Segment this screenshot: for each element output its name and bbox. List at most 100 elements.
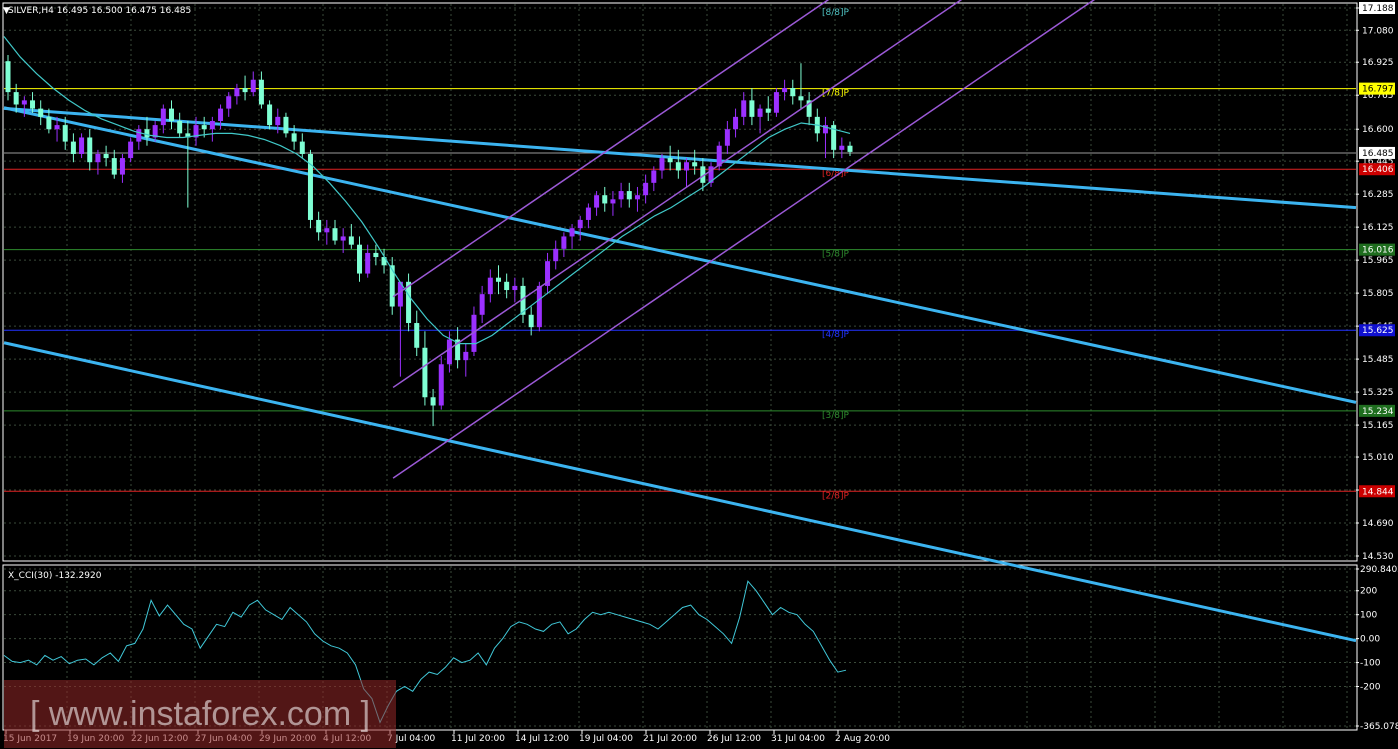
y-tick-label: 200 — [1360, 587, 1377, 597]
candle-body — [847, 145, 853, 152]
candle-body — [136, 129, 142, 142]
candle-body — [30, 100, 36, 109]
y-tick-label: 17.080 — [1362, 26, 1394, 36]
chart-header: SILVER,H4 16.495 16.500 16.475 16.485 — [8, 6, 191, 16]
price-tag-label: 16.797 — [1362, 85, 1394, 95]
candle-body — [234, 87, 240, 97]
candle-body — [446, 339, 452, 365]
candle-body — [757, 108, 763, 117]
y-tick-label: 16.925 — [1362, 58, 1394, 68]
y-tick-label: 15.485 — [1362, 355, 1394, 365]
y-tick-label: 0.00 — [1360, 635, 1380, 645]
x-tick-label: 31 Jul 04:00 — [771, 734, 825, 744]
candle-body — [70, 141, 76, 154]
candle-body — [741, 100, 747, 117]
candle-body — [422, 347, 428, 398]
indicator-axis: 290.8402 200 100 0.00 -100 -200 -365.078 — [1356, 565, 1398, 732]
candle-body — [414, 323, 420, 348]
candle-body — [54, 125, 60, 130]
candle-body — [790, 87, 796, 97]
candle-body — [218, 108, 224, 121]
y-tick-label: 16.600 — [1362, 125, 1394, 135]
candle-body — [79, 137, 85, 154]
candle-body — [38, 108, 44, 117]
price-tag-label: 15.625 — [1362, 326, 1394, 336]
candle-body — [177, 120, 183, 134]
level-label: [2/8]P — [822, 491, 850, 501]
candle-body — [332, 228, 338, 241]
candle-body — [201, 125, 207, 130]
candle-body — [95, 153, 101, 163]
candle-body — [103, 153, 109, 159]
level-label: [7/8]P — [822, 89, 850, 99]
candle-body — [675, 162, 681, 171]
candle-body — [634, 195, 640, 200]
candle-body — [626, 191, 632, 200]
candle-body — [610, 199, 616, 204]
y-tick-label: -100 — [1360, 659, 1381, 669]
y-tick-label: 15.965 — [1362, 256, 1394, 266]
candle-body — [692, 162, 698, 167]
price-tag-label: 15.234 — [1362, 407, 1394, 417]
candle-body — [618, 191, 624, 200]
candle-body — [13, 92, 19, 105]
level-label: [3/8]P — [822, 411, 850, 421]
candle-body — [242, 87, 248, 93]
candle-body — [283, 116, 289, 134]
candle-body — [258, 79, 264, 105]
candle-body — [504, 281, 510, 291]
candle-body — [594, 195, 600, 208]
dropdown-arrow-icon[interactable]: ▼ — [3, 6, 10, 16]
candle-body — [577, 219, 583, 229]
candle-body — [365, 252, 371, 274]
price-tag-label: 16.485 — [1362, 149, 1394, 159]
candle-body — [479, 294, 485, 315]
candle-body — [430, 397, 436, 406]
x-tick-label: 19 Jul 04:00 — [579, 734, 633, 744]
y-tick-label: 15.805 — [1362, 289, 1394, 299]
candle-body — [724, 129, 730, 146]
y-tick-label: 100 — [1360, 611, 1377, 621]
candle-body — [373, 252, 379, 258]
candle-body — [209, 120, 215, 130]
y-tick-label: 15.010 — [1362, 453, 1394, 463]
candle-body — [438, 364, 444, 406]
candle-body — [324, 228, 330, 233]
watermark: [ www.instaforex.com ] — [4, 680, 396, 748]
candle-body — [553, 248, 559, 262]
candle-body — [782, 87, 788, 93]
y-tick-label: -200 — [1360, 682, 1381, 692]
y-tick-label: 290.8402 — [1360, 565, 1398, 575]
candle-body — [528, 314, 534, 328]
level-label: [4/8]P — [822, 330, 850, 340]
x-tick-label: 26 Jul 12:00 — [707, 734, 761, 744]
y-tick-label: 16.285 — [1362, 190, 1394, 200]
y-tick-label: 14.530 — [1362, 552, 1394, 562]
candle-body — [250, 79, 256, 93]
candle-body — [602, 195, 608, 204]
x-tick-label: 11 Jul 20:00 — [451, 734, 505, 744]
candle-body — [643, 182, 649, 196]
price-tag-label: 17.188 — [1362, 4, 1394, 14]
candle-body — [773, 92, 779, 113]
x-tick-label: 2 Aug 20:00 — [835, 734, 890, 744]
candle-body — [512, 285, 518, 291]
candle-body — [733, 116, 739, 130]
candle-body — [536, 285, 542, 328]
candle-body — [357, 244, 363, 274]
price-tag-label: 16.016 — [1362, 246, 1394, 256]
candle-body — [495, 277, 501, 282]
candle-body — [62, 125, 68, 142]
candle-body — [348, 236, 354, 245]
candle-body — [21, 100, 27, 105]
candle-body — [569, 228, 575, 237]
candle-body — [226, 96, 232, 109]
candle-body — [275, 116, 281, 126]
candle-body — [299, 141, 305, 154]
level-label: [5/8]P — [822, 250, 850, 260]
candle-body — [585, 207, 591, 220]
x-tick-label: 14 Jul 12:00 — [515, 734, 569, 744]
chart-canvas: [8/8]P[7/8]P[6/8]P[5/8]P[4/8]P[3/8]P[2/8… — [2, 0, 1398, 744]
y-tick-label: 15.325 — [1362, 388, 1394, 398]
candle-body — [659, 158, 665, 171]
